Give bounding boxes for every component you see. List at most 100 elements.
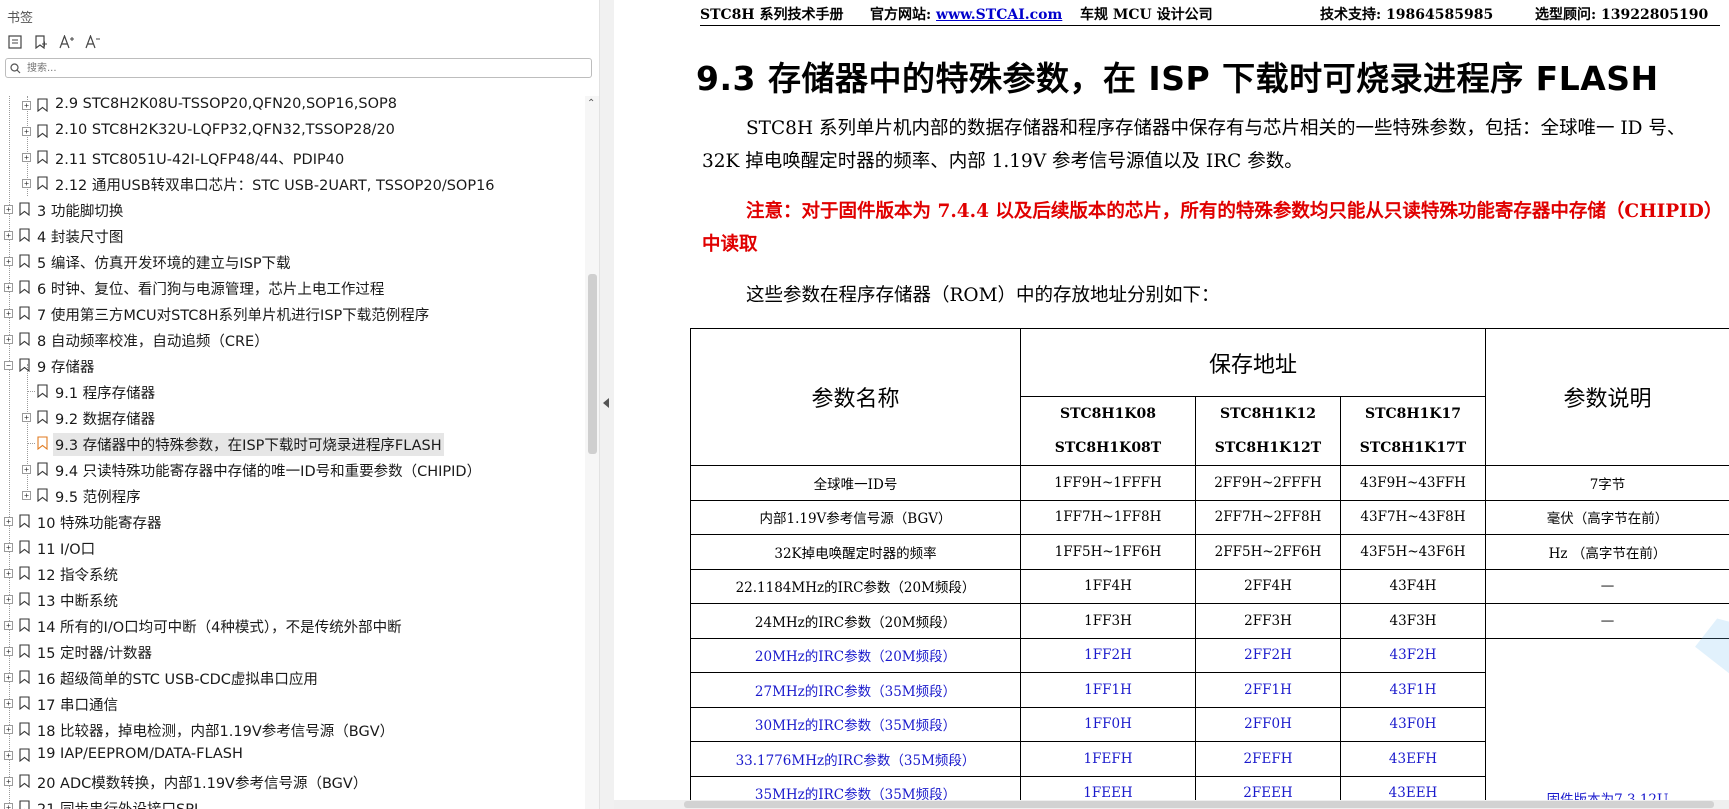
header-advisor: 选型顾问: 13922805190 [1535, 7, 1709, 23]
expand-icon[interactable]: + [22, 153, 31, 162]
bookmark-icon [37, 384, 48, 398]
bookmark-item[interactable]: +2.10 STC8H2K32U-LQFP32,QFN32,TSSOP28/20 [0, 118, 584, 144]
bookmark-item[interactable]: +2.11 STC8051U-42I-LQFP48/44、PDIP40 [0, 144, 584, 170]
expand-icon[interactable]: + [4, 725, 13, 734]
bookmark-item[interactable]: +15 定时器/计数器 [0, 638, 584, 664]
address-cell: 2FF2H [1195, 637, 1341, 673]
bookmark-label: 20 ADC模数转换，内部1.19V参考信号源（BGV） [37, 776, 368, 792]
bookmark-label: 8 自动频率校准，自动追频（CRE） [37, 334, 269, 350]
chip-name: STC8H1K12T [1214, 440, 1322, 456]
bookmark-icon [37, 98, 48, 112]
bookmark-label: 11 I/O口 [37, 542, 96, 558]
expand-icon[interactable]: + [4, 621, 13, 630]
address-cell: 2FF4H [1195, 568, 1341, 604]
expand-icon[interactable]: + [4, 777, 13, 786]
outline-icon[interactable] [4, 31, 26, 53]
bookmark-add-icon[interactable] [30, 31, 52, 53]
bookmark-search[interactable] [5, 58, 592, 78]
expand-icon[interactable]: + [4, 699, 13, 708]
bookmark-item[interactable]: +10 特殊功能寄存器 [0, 508, 584, 534]
bookmark-item[interactable]: +11 I/O口 [0, 534, 584, 560]
bookmark-item[interactable]: +17 串口通信 [0, 690, 584, 716]
bookmark-icon [37, 176, 48, 190]
expand-icon[interactable]: + [4, 517, 13, 526]
expand-icon[interactable]: + [4, 595, 13, 604]
bookmark-item[interactable]: +2.9 STC8H2K08U-TSSOP20,QFN20,SOP16,SOP8 [0, 96, 584, 118]
collapse-icon[interactable]: − [4, 361, 13, 370]
bookmark-label: 5 编译、仿真开发环境的建立与ISP下载 [37, 256, 291, 272]
bookmark-item[interactable]: +5 编译、仿真开发环境的建立与ISP下载 [0, 248, 584, 274]
expand-icon[interactable]: + [4, 803, 13, 809]
bookmark-icon [19, 280, 30, 294]
bookmark-item[interactable]: +18 比较器，掉电检测，内部1.19V参考信号源（BGV） [0, 716, 584, 742]
expand-icon[interactable]: + [4, 647, 13, 656]
expand-icon[interactable]: + [4, 283, 13, 292]
expand-icon[interactable]: + [22, 491, 31, 500]
site-link[interactable]: www.STCAI.com [936, 7, 1062, 23]
search-input[interactable] [27, 60, 567, 76]
expand-icon[interactable]: + [22, 127, 31, 136]
bookmark-item[interactable]: +9.5 范例程序 [0, 482, 584, 508]
bookmark-item[interactable]: 9.3 存储器中的特殊参数，在ISP下载时可烧录进程序FLASH [0, 430, 584, 456]
bookmark-scrollbar[interactable]: ⌃ [585, 96, 599, 809]
scroll-up-icon[interactable]: ⌃ [587, 98, 595, 109]
expand-icon[interactable]: + [4, 257, 13, 266]
scrollbar-thumb[interactable] [588, 274, 597, 454]
chip-header: STC8H1K08 STC8H1K08T [1020, 396, 1196, 466]
bookmark-label: 15 定时器/计数器 [37, 646, 152, 662]
expand-icon[interactable]: + [4, 751, 13, 760]
bookmark-item[interactable]: 9.1 程序存储器 [0, 378, 584, 404]
bookmark-item[interactable]: +3 功能脚切换 [0, 196, 584, 222]
font-increase-icon[interactable] [56, 31, 78, 53]
address-cell: 1FF5H~1FF6H [1020, 534, 1196, 570]
bookmark-icon [37, 488, 48, 502]
bookmark-icon [19, 644, 30, 658]
bookmark-item[interactable]: +14 所有的I/O口均可中断（4种模式），不是传统外部中断 [0, 612, 584, 638]
table-row: 24MHz的IRC参数（20M频段） 1FF3H 2FF3H 43F3H — [690, 603, 1729, 639]
address-cell: 43F1H [1340, 672, 1486, 708]
description-cell: — [1485, 568, 1729, 604]
horizontal-scrollbar[interactable] [614, 800, 1729, 809]
expand-icon[interactable]: + [4, 205, 13, 214]
expand-icon[interactable]: + [22, 179, 31, 188]
expand-icon[interactable]: + [4, 309, 13, 318]
font-decrease-icon[interactable] [82, 31, 104, 53]
expand-icon[interactable]: + [4, 543, 13, 552]
bookmark-item[interactable]: +7 使用第三方MCU对STC8H系列单片机进行ISP下载范例程序 [0, 300, 584, 326]
expand-icon[interactable]: + [22, 413, 31, 422]
bookmark-item[interactable]: − 9 存储器 [0, 352, 584, 378]
bookmark-label: 12 指令系统 [37, 568, 119, 584]
bookmark-label: 16 超级简单的STC USB-CDC虚拟串口应用 [37, 672, 318, 688]
address-cell: 2FF1H [1195, 672, 1341, 708]
header-support: 技术支持: 19864585985 [1320, 7, 1494, 23]
description-cell: 毫伏（高字节在前） [1485, 499, 1729, 535]
bookmarks-panel: 书签 +2.9 STC8H2K08U-TSSOP20,QFN20,SOP16,S… [0, 0, 600, 809]
panel-title: 书签 [7, 11, 34, 26]
bookmark-item[interactable]: +16 超级简单的STC USB-CDC虚拟串口应用 [0, 664, 584, 690]
panel-splitter[interactable] [600, 0, 614, 809]
bookmark-item[interactable]: +4 封装尺寸图 [0, 222, 584, 248]
chip-name: STC8H1K08T [1054, 440, 1162, 456]
bookmark-item[interactable]: +9.2 数据存储器 [0, 404, 584, 430]
bookmark-icon [19, 514, 30, 528]
chip-name: STC8H1K08 [1059, 406, 1157, 422]
bookmark-item[interactable]: +21 同步串行外设接口SPI [0, 794, 584, 809]
bookmark-item[interactable]: +2.12 通用USB转双串口芯片：STC USB-2UART, TSSOP20… [0, 170, 584, 196]
bookmark-item[interactable]: +12 指令系统 [0, 560, 584, 586]
collapse-panel-icon[interactable] [603, 398, 609, 408]
bookmark-icon [19, 228, 30, 242]
expand-icon[interactable]: + [4, 569, 13, 578]
expand-icon[interactable]: + [4, 673, 13, 682]
expand-icon[interactable]: + [4, 231, 13, 240]
bookmark-item[interactable]: +20 ADC模数转换，内部1.19V参考信号源（BGV） [0, 768, 584, 794]
expand-icon[interactable]: + [4, 335, 13, 344]
expand-icon[interactable]: + [22, 101, 31, 110]
bookmark-item[interactable]: +9.4 只读特殊功能寄存器中存储的唯一ID号和重要参数（CHIPID） [0, 456, 584, 482]
bookmark-item[interactable]: +8 自动频率校准，自动追频（CRE） [0, 326, 584, 352]
bookmark-item[interactable]: +6 时钟、复位、看门狗与电源管理，芯片上电工作过程 [0, 274, 584, 300]
scrollbar-thumb[interactable] [684, 801, 1714, 808]
expand-icon[interactable]: + [22, 465, 31, 474]
bookmark-item[interactable]: +13 中断系统 [0, 586, 584, 612]
bookmark-item[interactable]: +19 IAP/EEPROM/DATA-FLASH [0, 742, 584, 768]
bookmark-label: 9.5 范例程序 [55, 490, 141, 506]
